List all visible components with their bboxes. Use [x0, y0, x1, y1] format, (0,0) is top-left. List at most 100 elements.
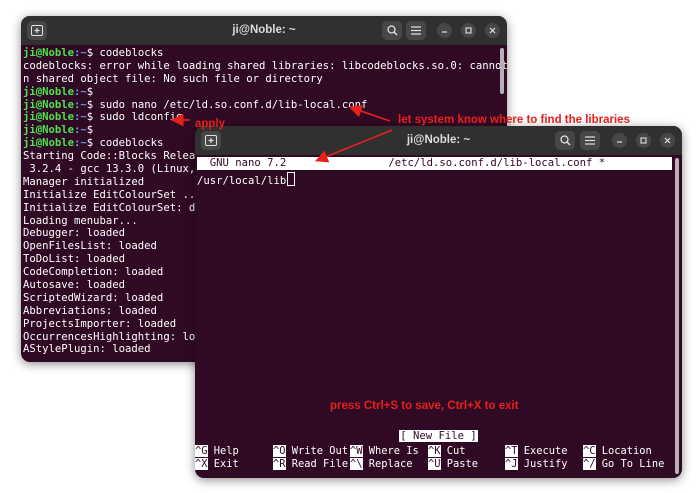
nano-editor[interactable]: GNU nano 7.2 /etc/ld.so.conf.d/lib-local…	[195, 155, 682, 478]
prompt-user: ji@Noble	[23, 124, 75, 137]
prompt-path: :~	[74, 47, 87, 59]
maximize-icon[interactable]	[461, 23, 476, 38]
prompt-user: ji@Noble	[23, 98, 75, 111]
front-scrollbar[interactable]	[675, 158, 679, 474]
output-text: ScriptedWizard: loaded	[23, 291, 164, 304]
text-cursor	[287, 172, 296, 186]
shortcut-key: ^\	[350, 458, 363, 470]
minimize-icon[interactable]	[612, 133, 627, 148]
shortcut-label: Execute	[517, 445, 568, 457]
output-text: Initialize EditColourSet: don	[23, 201, 208, 214]
shortcut-item[interactable]: ^W Where Is	[350, 445, 419, 458]
search-icon[interactable]	[382, 21, 402, 40]
shortcut-item[interactable]: ^G Help	[195, 445, 239, 458]
shortcut-row-2: ^X Exit ^R Read File ^\ Replace ^U Paste ^J …	[195, 458, 682, 471]
shortcut-label: Paste	[440, 458, 479, 470]
shortcut-label: Read File	[285, 458, 349, 470]
shortcut-label: Justify	[517, 458, 568, 470]
shortcut-key: ^R	[273, 458, 286, 470]
terminal-line: ji@Noble:~$ sudo nano /etc/ld.so.conf.d/…	[23, 99, 507, 112]
back-titlebar: ji@Noble: ~	[21, 16, 507, 45]
prompt-user: ji@Noble	[23, 111, 75, 124]
hamburger-menu-icon[interactable]	[406, 21, 426, 40]
prompt-path: :~	[74, 124, 87, 137]
shortcut-key: ^C	[583, 445, 596, 457]
shortcut-label: Cut	[440, 445, 466, 457]
shortcut-row-1: ^G Help ^O Write Out ^W Where Is ^K Cut ^T E…	[195, 445, 682, 458]
shortcut-item[interactable]: ^O Write Out	[273, 445, 348, 458]
maximize-icon[interactable]	[636, 133, 651, 148]
shortcut-key: ^O	[273, 445, 286, 457]
output-text: ToDoList: loaded	[23, 253, 126, 266]
terminal-line: ji@Noble:~$	[23, 86, 507, 99]
nano-file-content[interactable]: /usr/local/lib	[197, 172, 296, 188]
close-icon[interactable]	[660, 133, 675, 148]
shortcut-item[interactable]: ^R Read File	[273, 458, 348, 471]
shortcut-key: ^G	[195, 445, 208, 457]
status-message: [ New File ]	[399, 430, 478, 442]
shortcut-key: ^/	[583, 458, 596, 470]
shortcut-label: Write Out	[285, 445, 349, 457]
nano-status-line: [ New File ]	[195, 430, 682, 443]
search-icon[interactable]	[555, 131, 575, 150]
prompt-path: :~	[74, 137, 87, 150]
front-titlebar: ji@Noble: ~	[195, 126, 682, 155]
back-window-title: ji@Noble: ~	[232, 24, 296, 36]
output-text: Initialize EditColourSet ....	[23, 188, 208, 201]
shortcut-item[interactable]: ^U Paste	[428, 458, 478, 471]
output-text: Autosave: loaded	[23, 279, 126, 292]
output-text: Loading menubar...	[23, 214, 138, 227]
output-text: 3.2.4 - gcc 13.3.0 (Linux, u	[23, 163, 208, 176]
command-text: $ codeblocks	[86, 47, 164, 59]
shortcut-label: Location	[595, 445, 652, 457]
output-text: OpenFilesList: loaded	[23, 240, 157, 253]
prompt-path: :~	[74, 98, 87, 111]
minimize-icon[interactable]	[437, 23, 452, 38]
shortcut-item[interactable]: ^C Location	[583, 445, 652, 458]
shortcut-item[interactable]: ^/ Go To Line	[583, 458, 664, 471]
terminal-line: ji@Noble:~$ codeblocks	[23, 47, 507, 60]
output-text: Debugger: loaded	[23, 227, 126, 240]
output-text: Starting Code::Blocks Release	[23, 150, 208, 163]
output-text: n shared object file: No such file or di…	[23, 72, 323, 85]
shortcut-label: Go To Line	[595, 458, 665, 470]
prompt-user: ji@Noble	[23, 85, 75, 98]
shortcut-key: ^U	[428, 458, 441, 470]
hamburger-menu-icon[interactable]	[580, 131, 600, 150]
output-text: ProjectsImporter: loaded	[23, 317, 177, 330]
prompt-path: :~	[74, 85, 87, 98]
prompt-user: ji@Noble	[23, 137, 75, 150]
output-text: CodeCompletion: loaded	[23, 266, 164, 279]
command-text: $	[86, 124, 94, 137]
output-text: Manager initialized	[23, 175, 145, 188]
shortcut-item[interactable]: ^K Cut	[428, 445, 466, 458]
output-text: AStylePlugin: loaded	[23, 343, 151, 356]
prompt-user: ji@Noble	[23, 47, 75, 59]
shortcut-label: Replace	[362, 458, 413, 470]
shortcut-key: ^K	[428, 445, 441, 457]
nano-header-bar: GNU nano 7.2 /etc/ld.so.conf.d/lib-local…	[197, 157, 672, 170]
nano-terminal-window: ji@Noble: ~ GNU nano 7.2 /etc/ld.so.conf…	[195, 126, 682, 478]
annotation-save-exit: press Ctrl+S to save, Ctrl+X to exit	[330, 400, 519, 412]
front-window-title: ji@Noble: ~	[406, 134, 471, 146]
shortcut-key: ^W	[350, 445, 363, 457]
terminal-line: n shared object file: No such file or di…	[23, 73, 507, 86]
command-text: $ codeblocks	[86, 137, 164, 150]
shortcut-item[interactable]: ^\ Replace	[350, 458, 413, 471]
command-text: $ sudo ldconfig	[86, 111, 183, 124]
shortcut-label: Help	[207, 445, 239, 457]
shortcut-key: ^J	[505, 458, 518, 470]
shortcut-item[interactable]: ^X Exit	[195, 458, 239, 471]
close-icon[interactable]	[485, 23, 500, 38]
command-text: $ sudo nano /etc/ld.so.conf.d/lib-local.…	[86, 98, 368, 111]
terminal-line: codeblocks: error while loading shared l…	[23, 60, 507, 73]
back-scrollbar[interactable]	[500, 48, 504, 94]
output-text: OccurrencesHighlighting: load	[23, 330, 208, 343]
shortcut-item[interactable]: ^J Justify	[505, 458, 568, 471]
shortcut-item[interactable]: ^T Execute	[505, 445, 568, 458]
command-text: $	[86, 85, 94, 98]
output-text: codeblocks: error while loading shared l…	[23, 59, 507, 72]
shortcut-label: Where Is	[362, 445, 419, 457]
output-text: Abbreviations: loaded	[23, 304, 157, 317]
file-text: /usr/local/lib	[197, 175, 287, 187]
